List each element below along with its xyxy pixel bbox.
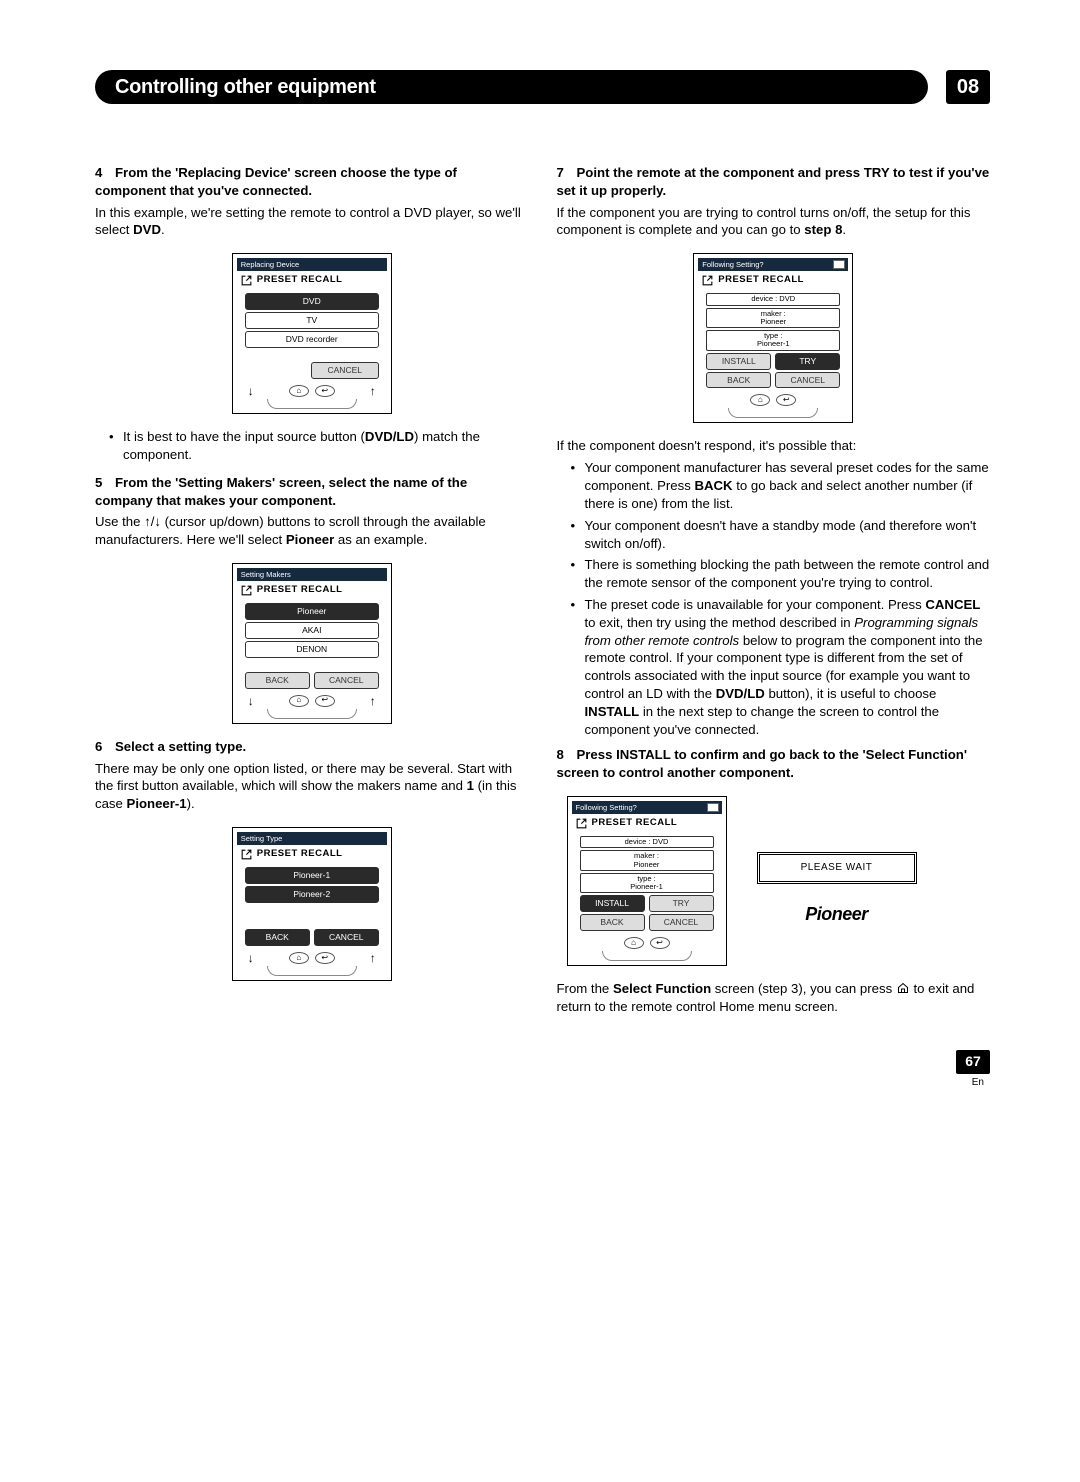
lcd2-item-akai: AKAI xyxy=(245,622,379,639)
lcd5-cancel: CANCEL xyxy=(649,914,714,931)
step-6-num: 6 xyxy=(95,738,115,756)
right-column: 7Point the remote at the component and p… xyxy=(557,164,991,1020)
pioneer-logo: Pioneer xyxy=(757,902,917,926)
lcd1-preset: PRESET RECALL xyxy=(237,271,387,291)
bullet-3: There is something blocking the path bet… xyxy=(585,556,991,592)
lcd2-title: Setting Makers xyxy=(237,568,387,581)
lcd5-try: TRY xyxy=(649,895,714,912)
lcd2-return-icon: ↩ xyxy=(315,695,335,707)
step-7-num: 7 xyxy=(557,164,577,182)
step-8-num: 8 xyxy=(557,746,577,764)
lcd4-title: Following Setting? xyxy=(698,258,848,271)
step-4-text-end: . xyxy=(161,222,165,237)
lcd5-info-maker: maker :Pioneer xyxy=(580,850,714,871)
lcd4-return-icon: ↩ xyxy=(776,394,796,406)
lcd1-item-tv: TV xyxy=(245,312,379,329)
lcd5-title: Following Setting? xyxy=(572,801,722,814)
lcd3-arrow-up-icon: ↑ xyxy=(367,952,379,964)
lcd2-home-icon: ⌂ xyxy=(289,695,309,707)
lcd5-return-icon: ↩ xyxy=(650,937,670,949)
lcd1-arrow-up-icon: ↑ xyxy=(367,385,379,397)
step-5-num: 5 xyxy=(95,474,115,492)
lcd1-home-icon: ⌂ xyxy=(289,385,309,397)
lcd3-arrow-down-icon: ↓ xyxy=(245,952,257,964)
bullet-2: Your component doesn't have a standby mo… xyxy=(585,517,991,553)
bullet-icon: • xyxy=(571,556,585,592)
cursor-up-icon: ↑ xyxy=(144,514,151,529)
lcd-following-setting-2: Following Setting? PRESET RECALL device … xyxy=(567,796,727,966)
lcd2-item-pioneer: Pioneer xyxy=(245,603,379,620)
step-4-text-bold: DVD xyxy=(133,222,161,237)
chapter-title-pill: Controlling other equipment xyxy=(95,70,928,104)
lcd1-item-dvd: DVD xyxy=(245,293,379,310)
step-7-head: Point the remote at the component and pr… xyxy=(557,165,990,198)
after-step7: If the component doesn't respond, it's p… xyxy=(557,437,991,455)
lcd-following-setting-1: Following Setting? PRESET RECALL device … xyxy=(693,253,853,423)
lcd2-back: BACK xyxy=(245,672,310,689)
left-column: 4From the 'Replacing Device' screen choo… xyxy=(95,164,529,1020)
lcd4-info-maker: maker :Pioneer xyxy=(706,308,840,329)
lcd1-item-dvdrec: DVD recorder xyxy=(245,331,379,348)
final-paragraph: From the Select Function screen (step 3)… xyxy=(557,980,991,1016)
page-footer: 67 En xyxy=(95,1050,990,1090)
bullet-1: Your component manufacturer has several … xyxy=(585,459,991,512)
bullet-icon: • xyxy=(109,428,123,464)
lcd4-try: TRY xyxy=(775,353,840,370)
page-number: 67 xyxy=(956,1050,990,1074)
lcd1-cancel: CANCEL xyxy=(311,362,379,379)
lcd4-info-type: type :Pioneer-1 xyxy=(706,330,840,351)
lcd3-return-icon: ↩ xyxy=(315,952,335,964)
lcd3-cancel: CANCEL xyxy=(314,929,379,946)
lcd2-arrow-down-icon: ↓ xyxy=(245,695,257,707)
bullet-icon: • xyxy=(571,596,585,739)
bullet-icon: • xyxy=(571,459,585,512)
lcd3-title: Setting Type xyxy=(237,832,387,845)
lcd5-info-type: type :Pioneer-1 xyxy=(580,873,714,894)
page-language: En xyxy=(972,1076,984,1090)
lcd5-back: BACK xyxy=(580,914,645,931)
bullet-icon: • xyxy=(571,517,585,553)
chapter-number: 08 xyxy=(957,74,979,101)
lcd4-back: BACK xyxy=(706,372,771,389)
home-icon xyxy=(896,982,910,994)
lcd1-return-icon: ↩ xyxy=(315,385,335,397)
lcd2-item-denon: DENON xyxy=(245,641,379,658)
lcd4-install: INSTALL xyxy=(706,353,771,370)
lcd3-back: BACK xyxy=(245,929,310,946)
step-5-head: From the 'Setting Makers' screen, select… xyxy=(95,475,467,508)
lcd3-item-p1: Pioneer-1 xyxy=(245,867,379,884)
page-header: Controlling other equipment 08 xyxy=(95,70,990,104)
lcd1-title: Replacing Device xyxy=(237,258,387,271)
cursor-down-icon: ↓ xyxy=(154,514,161,529)
chapter-title: Controlling other equipment xyxy=(115,74,376,101)
lcd5-install: INSTALL xyxy=(580,895,645,912)
step-6-head: Select a setting type. xyxy=(115,739,246,754)
bullet-4: The preset code is unavailable for your … xyxy=(585,596,991,739)
lcd2-arrow-up-icon: ↑ xyxy=(367,695,379,707)
step-4-note: It is best to have the input source butt… xyxy=(123,428,529,464)
lcd1-arrow-down-icon: ↓ xyxy=(245,385,257,397)
lcd5-home-icon: ⌂ xyxy=(624,937,644,949)
lcd3-item-p2: Pioneer-2 xyxy=(245,886,379,903)
lcd5-info-device: device : DVD xyxy=(580,836,714,848)
step-8-head: Press INSTALL to confirm and go back to … xyxy=(557,747,967,780)
lcd-setting-makers: Setting Makers PRESET RECALL Pioneer AKA… xyxy=(232,563,392,724)
please-wait-box: PLEASE WAIT xyxy=(757,852,917,884)
step-4-head: From the 'Replacing Device' screen choos… xyxy=(95,165,457,198)
lcd4-cancel: CANCEL xyxy=(775,372,840,389)
lcd-replacing-device: Replacing Device PRESET RECALL DVD TV DV… xyxy=(232,253,392,414)
chapter-number-box: 08 xyxy=(946,70,990,104)
lcd4-home-icon: ⌂ xyxy=(750,394,770,406)
lcd4-info-device: device : DVD xyxy=(706,293,840,305)
step-4-num: 4 xyxy=(95,164,115,182)
lcd3-home-icon: ⌂ xyxy=(289,952,309,964)
lcd-setting-type: Setting Type PRESET RECALL Pioneer-1 Pio… xyxy=(232,827,392,981)
lcd2-cancel: CANCEL xyxy=(314,672,379,689)
